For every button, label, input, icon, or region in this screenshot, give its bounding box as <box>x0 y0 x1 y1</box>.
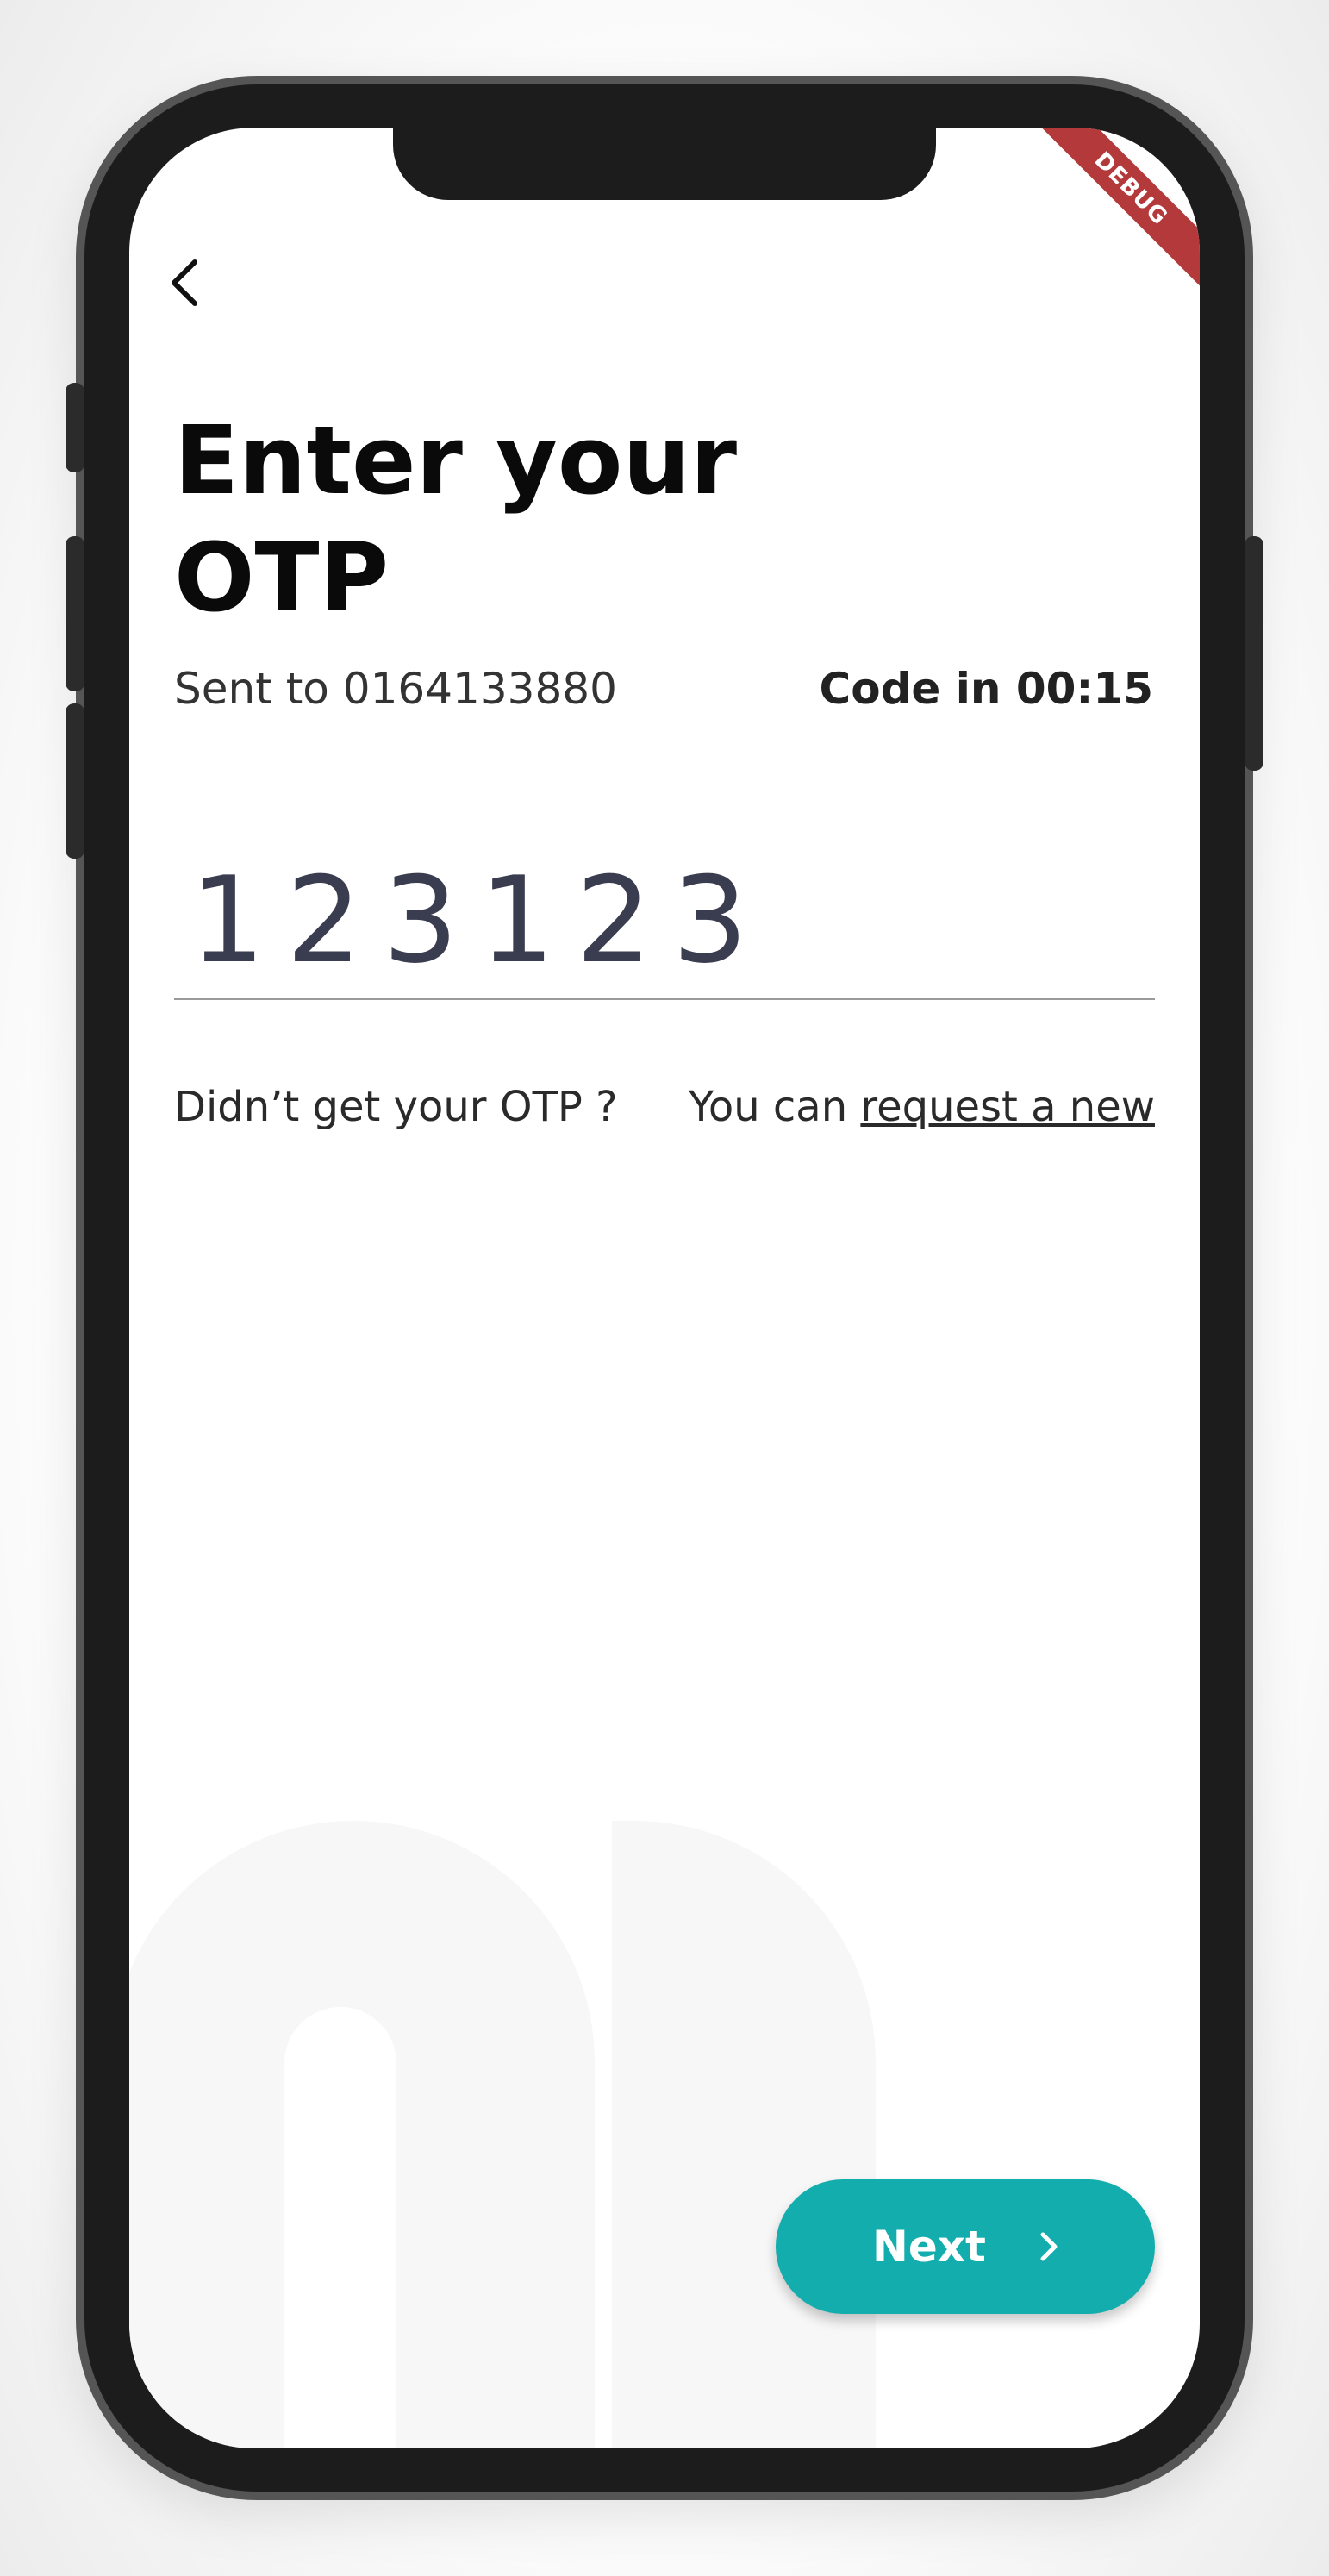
next-button[interactable]: Next <box>776 2179 1155 2314</box>
resend-question: Didn’t get your OTP ? <box>174 1083 618 1131</box>
otp-digit: 1 <box>479 851 555 990</box>
volume-down-button <box>66 703 84 859</box>
canvas: DEBUG Enter your OTP Sent to 0164133880 … <box>0 0 1329 2576</box>
title-line-2: OTP <box>174 522 390 633</box>
chevron-left-icon <box>172 259 197 306</box>
title-line-1: Enter your <box>174 405 738 516</box>
resend-timer: Code in 00:15 <box>819 664 1153 714</box>
otp-digit: 1 <box>190 851 265 990</box>
volume-up-button <box>66 536 84 691</box>
otp-digits: 1 2 3 1 2 3 <box>190 852 769 990</box>
otp-digit: 3 <box>672 851 748 990</box>
next-button-label: Next <box>872 2222 986 2272</box>
app-screen: DEBUG Enter your OTP Sent to 0164133880 … <box>129 128 1200 2448</box>
otp-digit: 3 <box>383 851 459 990</box>
otp-digit: 2 <box>286 851 362 990</box>
resend-row: Didn’t get your OTP ? You can request a … <box>174 1083 1155 1131</box>
notch <box>393 128 936 200</box>
otp-input[interactable]: 1 2 3 1 2 3 <box>174 800 1155 1000</box>
mute-switch <box>66 383 84 472</box>
otp-digit: 2 <box>576 851 652 990</box>
background-watermark-arc <box>612 1821 876 2448</box>
chevron-right-icon <box>1040 2232 1058 2261</box>
back-button[interactable] <box>159 257 210 309</box>
power-button <box>1245 536 1263 771</box>
page-title: Enter your OTP <box>174 402 864 636</box>
resend-hint: You can request a new <box>689 1083 1155 1131</box>
watermark-cutout <box>284 2007 396 2448</box>
sent-to-phone: Sent to 0164133880 <box>174 664 617 714</box>
resend-prefix: You can <box>688 1083 861 1131</box>
request-new-otp-link[interactable]: request a new <box>860 1083 1155 1131</box>
